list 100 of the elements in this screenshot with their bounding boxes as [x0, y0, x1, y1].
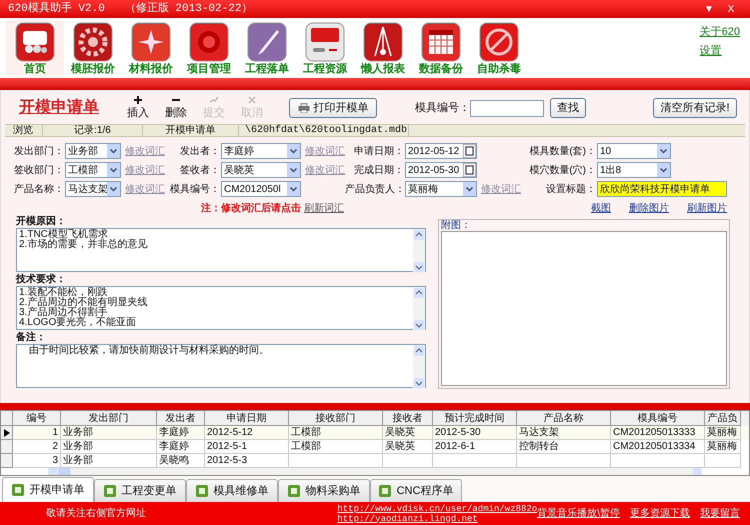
toolbar-button[interactable]: 首页 — [6, 20, 64, 76]
dropdown[interactable]: 马达支架 — [65, 181, 121, 197]
dropdown[interactable]: 工模部 — [65, 162, 121, 178]
dropdown[interactable]: CM2012050l — [221, 181, 301, 197]
status-cell: 记录:1/6 — [43, 125, 143, 136]
print-button[interactable]: 打印开模单 — [289, 98, 377, 118]
field-label: 产品负责人： — [345, 182, 405, 196]
plus-icon — [133, 94, 143, 105]
cross-icon — [247, 94, 257, 105]
printer-icon — [298, 103, 310, 113]
table-row[interactable]: 1 业务部 李庭婷 2012-5-12 工模部 吴晓英 2012-5-30 马达支架 CM201205013333 莫丽梅 — [1, 426, 749, 440]
dropdown[interactable]: 10 — [597, 143, 671, 159]
date-field[interactable]: 2012-05-30 — [405, 162, 477, 178]
field-label: 签收部门： — [13, 164, 65, 178]
form-tab[interactable]: 工程变更单 — [94, 479, 186, 502]
text-line: 1.TNC模型飞机需求 — [19, 230, 108, 240]
text-line: 4.LOGO要光亮，不能亚面 — [19, 318, 138, 328]
row-header[interactable] — [1, 426, 13, 440]
field-label: 发出部门： — [13, 144, 65, 158]
dropdown[interactable]: 吴晓英 — [221, 162, 301, 178]
chevron-down-icon — [657, 144, 670, 158]
text-line: 2.市场的需要，并非总的意见 — [19, 240, 148, 250]
refresh-vocabulary-link[interactable]: 刷新词汇 — [304, 200, 344, 216]
gear-icon — [73, 22, 113, 62]
date-field[interactable]: 2012-05-12 — [405, 143, 477, 159]
status-cell: 开模申请单 — [143, 125, 239, 136]
form-tab[interactable]: CNC程序单 — [370, 479, 462, 502]
picture-link[interactable]: 截图 — [591, 200, 611, 216]
status-cell: \620hfdat\620toolingdat.mdb — [239, 125, 409, 136]
chevron-down-icon — [287, 182, 300, 196]
top-link[interactable]: 设置 — [700, 42, 722, 59]
footer-link[interactable]: 背景音乐播放\暂停 — [537, 506, 620, 521]
minimize-button[interactable]: ▼ — [698, 2, 720, 16]
field-label: 模具编号： — [169, 182, 221, 196]
window-title: 620模具助手 V2.0 — [8, 1, 105, 17]
text-area[interactable]: 由于时间比较紧，请加快前期设计与材料采购的时间。 — [16, 344, 426, 388]
scrollbar — [413, 287, 425, 331]
text-line: 2.产品周边的不能有明显夹线 — [19, 298, 148, 308]
url-link[interactable]: http://yaodianzi.lingd.net — [337, 514, 538, 524]
dropdown[interactable]: 李庭婷 — [221, 143, 301, 159]
field-label: 发出者： — [179, 144, 221, 158]
document-icon — [104, 485, 116, 497]
field-label: 完成日期： — [353, 164, 405, 178]
clear-records-button[interactable]: 清空所有记录! — [653, 98, 737, 118]
document-icon — [288, 485, 300, 497]
search-field[interactable] — [470, 100, 544, 116]
find-button[interactable]: 查找 — [550, 98, 586, 118]
notice-text: 敬请关注右侧官方网址 — [46, 506, 147, 521]
search-label: 模具编号： — [415, 100, 470, 116]
field-label: 模具数量(套)： — [528, 144, 597, 158]
chevron-down-icon — [107, 163, 120, 177]
chevron-down-icon — [657, 163, 670, 177]
panel-label: 附图： — [441, 220, 472, 231]
scrollbar — [413, 229, 425, 273]
document-icon — [12, 484, 24, 496]
chevron-down-icon — [287, 144, 300, 158]
form-tab[interactable]: 物料采购单 — [278, 479, 370, 502]
field-label: 申请日期： — [353, 144, 405, 158]
pendulum-icon — [363, 22, 403, 62]
check-icon — [209, 94, 219, 105]
scrollbar — [413, 345, 425, 389]
note-text: 注：修改词汇后请点击 — [201, 201, 301, 216]
field-label: 产品名称： — [13, 182, 65, 196]
chevron-down-icon — [107, 144, 120, 158]
chevron-down-icon — [107, 182, 120, 196]
footer-link[interactable]: 我要留言 — [700, 506, 740, 521]
field-label: 设置标题： — [545, 182, 597, 196]
toolbar-action[interactable]: 删除 — [157, 94, 195, 122]
field-label: 签收者： — [179, 164, 221, 178]
dropdown[interactable]: 莫丽梅 — [405, 181, 477, 197]
close-button[interactable]: X — [720, 2, 742, 16]
top-link[interactable]: 关于620 — [700, 24, 740, 40]
chevron-down-icon — [287, 163, 300, 177]
footer-link[interactable]: 更多资源下载 — [630, 506, 690, 521]
chevron-down-icon — [463, 182, 476, 196]
picture-link[interactable]: 删除图片 — [629, 200, 669, 216]
dropdown[interactable]: 业务部 — [65, 143, 121, 159]
text-line: 3.产品周边不得割手 — [19, 308, 108, 318]
field-label: 技术要求： — [16, 274, 67, 286]
edition-label: （修正版 2013-02-22） — [124, 1, 252, 17]
field-label: 备注： — [16, 332, 47, 344]
url-link[interactable]: http://www.vdisk.cn/user/admin/wz882o — [337, 504, 538, 514]
title-field[interactable]: 欣欣尚荣科技开模申请单 — [597, 181, 727, 197]
text-area[interactable]: 1.装配不能松，刚跌 2.产品周边的不能有明显夹线 3.产品周边不得割手 4.LOGO要光亮，不能亚面 — [16, 286, 426, 330]
document-icon — [378, 485, 391, 497]
text-area[interactable]: 1.TNC模型飞机需求 2.市场的需要，并非总的意见 — [16, 228, 426, 272]
text-line: 1.装配不能松，刚跌 — [19, 288, 108, 298]
status-cell: 浏览 — [5, 125, 43, 136]
form-title: 开模申请单 — [19, 98, 100, 118]
field-label: 开模原因： — [16, 216, 67, 228]
toolbar-action[interactable]: 插入 — [119, 94, 157, 122]
row-pointer-icon — [4, 428, 10, 436]
no-entry-icon — [479, 22, 519, 62]
dropdown[interactable]: 1出8 — [597, 162, 671, 178]
document-icon — [196, 485, 208, 497]
pen-icon — [247, 22, 287, 62]
form-tab[interactable]: 模具维修单 — [186, 479, 278, 502]
picture-link[interactable]: 刷新图片 — [687, 200, 727, 216]
form-tab[interactable]: 开模申请单 — [2, 477, 94, 502]
text-line: 由于时间比较紧，请加快前期设计与材料采购的时间。 — [28, 346, 270, 356]
